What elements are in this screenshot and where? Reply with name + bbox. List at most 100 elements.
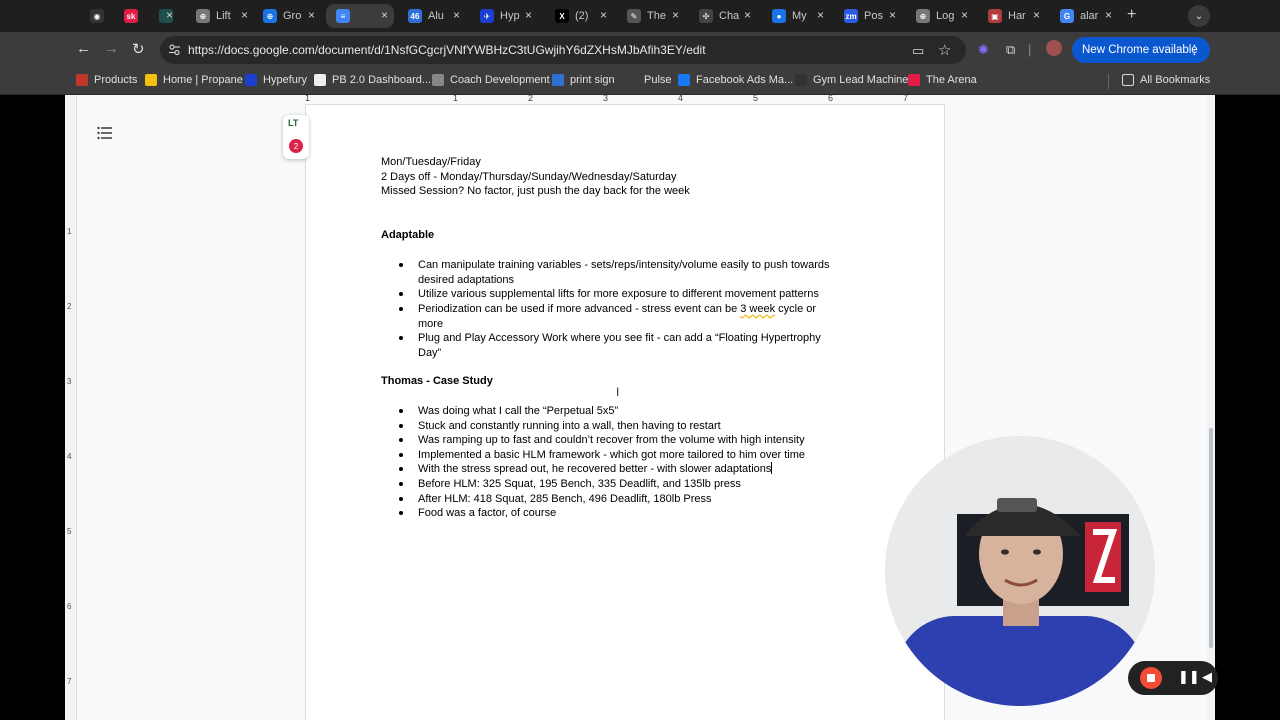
bookmark-label: Products	[94, 74, 138, 86]
document-outline-icon[interactable]	[97, 125, 113, 141]
ruler-number: 1	[305, 95, 311, 103]
bookmark-item[interactable]: Home | Propane	[145, 74, 243, 86]
section-heading: Thomas - Case Study	[381, 375, 493, 387]
browser-tab[interactable]: ≡ ×	[326, 4, 394, 28]
tab-close-icon[interactable]: ×	[381, 8, 388, 22]
spelling-flag[interactable]: 3 week	[740, 303, 775, 315]
bookmark-label: Hypefury	[263, 74, 308, 86]
tab-close-icon[interactable]: ×	[672, 8, 679, 22]
browser-tab[interactable]: Galar ×	[1050, 4, 1118, 28]
tab-title: Har	[1008, 10, 1026, 22]
languagetool-issue-badge[interactable]: 2	[289, 139, 303, 153]
url-text[interactable]: https://docs.google.com/document/d/1NsfG…	[188, 43, 706, 57]
tab-close-icon[interactable]: ×	[241, 8, 248, 22]
schedule-line: 2 Days off - Monday/Thursday/Sunday/Wedn…	[381, 171, 677, 183]
browser-tab[interactable]: X (2) ×	[545, 4, 613, 28]
new-chrome-available-button[interactable]: New Chrome available ⋮	[1072, 37, 1210, 63]
browser-tab[interactable]: zm Pos ×	[834, 4, 902, 28]
address-bar[interactable]: https://docs.google.com/document/d/1NsfG…	[160, 36, 966, 64]
tab-close-icon[interactable]: ×	[600, 8, 607, 22]
tab-close-icon[interactable]: ×	[453, 8, 460, 22]
tab-search-chevron-icon[interactable]: ⌄	[1188, 5, 1210, 27]
camera-icon[interactable]: ▭	[912, 43, 924, 59]
bullet-dot	[399, 482, 403, 486]
horizontal-ruler[interactable]: 1 1 2 3 4 5 6 7	[305, 95, 945, 105]
list-item-text: Food was a factor, of course	[418, 507, 557, 520]
toolbar-divider: |	[1028, 42, 1032, 57]
bookmark-item[interactable]: Pulse	[626, 74, 672, 86]
back-arrow-icon[interactable]: ←	[76, 40, 91, 57]
tab-favicon-icon: ✣	[699, 9, 713, 23]
bookmark-item[interactable]: Gym Lead Machine	[795, 74, 908, 86]
bookmark-item[interactable]: Products	[76, 74, 137, 86]
tab-close-icon[interactable]: ×	[961, 8, 968, 22]
more-vert-icon[interactable]: ⋮	[1188, 42, 1201, 58]
browser-tab[interactable]: ⊕ Gro ×	[253, 4, 321, 28]
bookmark-label: Coach Development	[450, 74, 550, 86]
extension-icon[interactable]: ✺	[978, 42, 989, 58]
recording-more-icon[interactable]: ◀	[1202, 669, 1212, 685]
forward-arrow-icon[interactable]: →	[104, 40, 119, 57]
tab-title: (2)	[575, 10, 589, 22]
browser-tab[interactable]: ×	[149, 4, 179, 28]
tab-title: Pos	[864, 10, 883, 22]
list-item-text: Implemented a basic HLM framework - whic…	[418, 448, 805, 461]
list-item-text: Plug and Play Accessory Work where you s…	[418, 332, 821, 344]
bookmark-item[interactable]: Hypefury	[245, 74, 307, 86]
list-item-text: Stuck and constantly running into a wall…	[418, 419, 721, 432]
bookmark-label: Pulse	[644, 74, 672, 86]
browser-tab[interactable]: ⊕ Lift ×	[186, 4, 254, 28]
tab-close-icon[interactable]: ×	[817, 8, 824, 22]
ruler-number: 1	[453, 95, 459, 103]
browser-tab[interactable]: ◉	[80, 4, 110, 28]
ruler-number: 1	[67, 227, 72, 236]
site-info-icon[interactable]	[168, 43, 181, 56]
bookmark-star-icon[interactable]: ☆	[938, 41, 951, 59]
tab-strip: ◉ sk × ⊕ Lift × ⊕ Gro × ≡ × 46 Alu × ✈ Hyp × X (2) × ✎ The × ✣ C…	[0, 0, 1280, 32]
tab-title: Log	[936, 10, 955, 22]
languagetool-widget[interactable]: LT 2	[283, 115, 309, 159]
tab-close-icon[interactable]: ×	[308, 8, 315, 22]
bookmark-label: All Bookmarks	[1140, 74, 1211, 86]
reload-icon[interactable]: ↻	[132, 40, 145, 58]
bookmark-item[interactable]: All Bookmarks	[1122, 74, 1210, 86]
section-heading: Adaptable	[381, 229, 435, 241]
browser-tab[interactable]: ⊕ Log ×	[906, 4, 974, 28]
profile-avatar-icon[interactable]	[1046, 40, 1062, 56]
pause-icon[interactable]: ❚❚	[1178, 669, 1200, 685]
tab-favicon-icon: G	[1060, 9, 1074, 23]
tab-title: The	[647, 10, 666, 22]
tab-close-icon[interactable]: ×	[525, 8, 532, 22]
tab-close-icon[interactable]: ×	[1105, 8, 1112, 22]
recording-controls: ❚❚ ◀	[1128, 661, 1218, 695]
browser-tab[interactable]: ● My ×	[762, 4, 830, 28]
tab-close-icon[interactable]: ×	[744, 8, 751, 22]
browser-tab[interactable]: ✎ The ×	[617, 4, 685, 28]
bookmark-label: The Arena	[926, 74, 977, 86]
new-tab-icon[interactable]: +	[1127, 6, 1136, 24]
browser-tab[interactable]: ▣ Har ×	[978, 4, 1046, 28]
list-item-text: Periodization can be used if more advanc…	[418, 303, 817, 315]
extensions-puzzle-icon[interactable]: ⧉	[1006, 42, 1015, 58]
tab-close-icon[interactable]: ×	[889, 8, 896, 22]
tab-close-icon[interactable]: ×	[166, 8, 173, 22]
tab-favicon-icon: ✎	[627, 9, 641, 23]
ruler-number: 5	[67, 527, 72, 536]
bookmark-item[interactable]: The Arena	[908, 74, 977, 86]
bookmark-item[interactable]: Coach Development	[432, 74, 550, 86]
ruler-number: 2	[528, 95, 534, 103]
stop-recording-button[interactable]	[1140, 667, 1162, 689]
browser-tab[interactable]: ✣ Cha ×	[689, 4, 757, 28]
bookmark-item[interactable]: print sign	[552, 74, 615, 86]
bookmark-item[interactable]: Facebook Ads Ma...	[678, 74, 793, 86]
bullet-dot	[399, 292, 403, 296]
tab-close-icon[interactable]: ×	[1033, 8, 1040, 22]
browser-tab[interactable]: ✈ Hyp ×	[470, 4, 538, 28]
list-item-text: desired adaptations	[418, 273, 515, 286]
tab-title: Gro	[283, 10, 302, 22]
bookmark-item[interactable]: PB 2.0 Dashboard...	[314, 74, 431, 86]
scrollbar-thumb[interactable]	[1209, 428, 1213, 648]
tab-favicon-icon: ⊕	[916, 9, 930, 23]
browser-tab[interactable]: sk	[114, 4, 144, 28]
browser-tab[interactable]: 46 Alu ×	[398, 4, 466, 28]
